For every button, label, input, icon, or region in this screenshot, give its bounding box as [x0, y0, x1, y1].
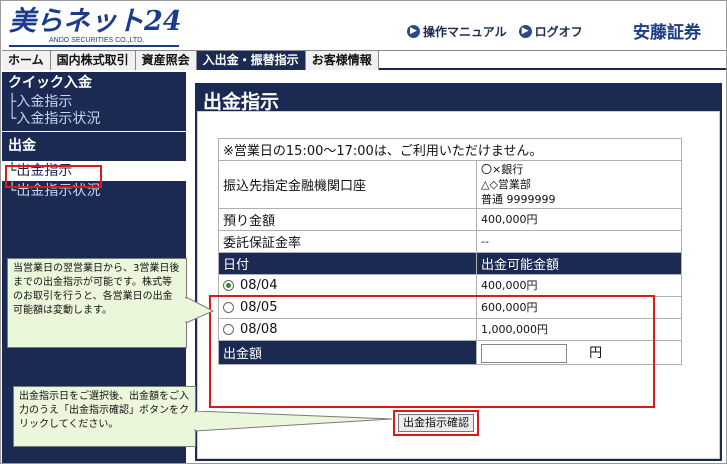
logout-link-label: ログオフ [534, 25, 583, 39]
deposit-row: 預り金額 400,000円 [218, 208, 682, 231]
header-links: ▶ 操作マニュアル ▶ ログオフ [407, 23, 595, 40]
notice-row: ※営業日の15:00〜17:00は、ご利用いただけません。 [218, 138, 682, 161]
date-row: 08/04 400,000円 [218, 274, 682, 297]
manual-link[interactable]: ▶ 操作マニュアル [407, 23, 507, 40]
sidebar-divider [2, 131, 186, 132]
manual-link-label: 操作マニュアル [423, 25, 507, 39]
main-nav: ホーム 国内株式取引 資産照会 入出金・振替指示 お客様情報 [2, 50, 726, 70]
notice-text: ※営業日の15:00〜17:00は、ご利用いただけません。 [218, 138, 682, 161]
tab-customer-info[interactable]: お客様情報 [305, 51, 379, 70]
sidebar-heading-withdraw: 出金 [8, 138, 36, 154]
bank-row: 振込先指定金融機関口座 〇×銀行 △◇営業部 普通 9999999 [218, 160, 682, 209]
callout-pointer-upper [185, 297, 215, 323]
margin-label: 委託保証金率 [218, 230, 477, 253]
confirm-button[interactable]: 出金指示確認 [398, 414, 474, 432]
logo-text: 美らネット24 [9, 6, 182, 37]
logo[interactable]: 美らネット24 ANDO SECURITIES CO.,LTD. [9, 7, 182, 47]
tab-domestic-stock[interactable]: 国内株式取引 [50, 51, 136, 70]
sidebar-heading-quick-deposit: クイック入金 [8, 75, 92, 91]
date-option[interactable]: 08/04 [218, 274, 477, 297]
callout-pointer-lower [194, 411, 393, 432]
callout-withdraw-period-text: 当営業日の翌営業日から、3営業日後までの出金指示が可能です。株式等のお取引を行う… [13, 263, 180, 316]
date-column-header: 日付 [218, 252, 477, 275]
tab-deposit-withdraw[interactable]: 入出金・振替指示 [196, 51, 306, 70]
highlight-date-amount [209, 295, 655, 408]
tab-asset-inquiry[interactable]: 資産照会 [135, 51, 197, 70]
app-frame: 美らネット24 ANDO SECURITIES CO.,LTD. ▶ 操作マニュ… [0, 0, 727, 464]
logo-subtext: ANDO SECURITIES CO.,LTD. [49, 37, 145, 44]
deposit-value: 400,000円 [476, 208, 682, 231]
date-radio[interactable] [223, 280, 234, 291]
bank-account: 普通 9999999 [481, 193, 556, 206]
date-available-amount: 400,000円 [476, 274, 682, 297]
bank-branch: △◇営業部 [481, 178, 531, 191]
bank-label: 振込先指定金融機関口座 [218, 160, 477, 209]
logout-link[interactable]: ▶ ログオフ [518, 23, 583, 40]
logo-underline [9, 45, 179, 47]
margin-value: -- [476, 230, 682, 253]
arrow-circle-icon: ▶ [518, 25, 532, 38]
margin-row: 委託保証金率 -- [218, 230, 682, 253]
bank-name: 〇×銀行 [481, 163, 524, 176]
date-header-row: 日付 出金可能金額 [218, 252, 682, 275]
page-title: 出金指示 [203, 91, 280, 113]
amount-column-header: 出金可能金額 [476, 252, 682, 275]
bank-info: 〇×銀行 △◇営業部 普通 9999999 [476, 160, 682, 209]
callout-confirm-instructions: 出金指示日をご選択後、出金額をご入力のうえ「出金指示確認」ボタンをクリックしてく… [13, 386, 196, 447]
callout-confirm-instructions-text: 出金指示日をご選択後、出金額をご入力のうえ「出金指示確認」ボタンをクリックしてく… [19, 391, 189, 430]
callout-withdraw-period: 当営業日の翌営業日から、3営業日後までの出金指示が可能です。株式等のお取引を行う… [7, 258, 187, 348]
arrow-circle-icon: ▶ [407, 25, 420, 38]
date-label: 08/04 [240, 278, 278, 293]
tab-home[interactable]: ホーム [2, 51, 51, 70]
highlight-withdraw-menu [5, 165, 102, 188]
deposit-label: 預り金額 [218, 208, 477, 231]
sidebar-item-deposit-status[interactable]: └入金指示状況 [2, 111, 186, 128]
confirm-button-highlight: 出金指示確認 [393, 410, 479, 436]
sidebar-item-deposit-instruction[interactable]: ├入金指示 [2, 94, 186, 111]
brand-name: 安藤証券 [633, 23, 701, 43]
